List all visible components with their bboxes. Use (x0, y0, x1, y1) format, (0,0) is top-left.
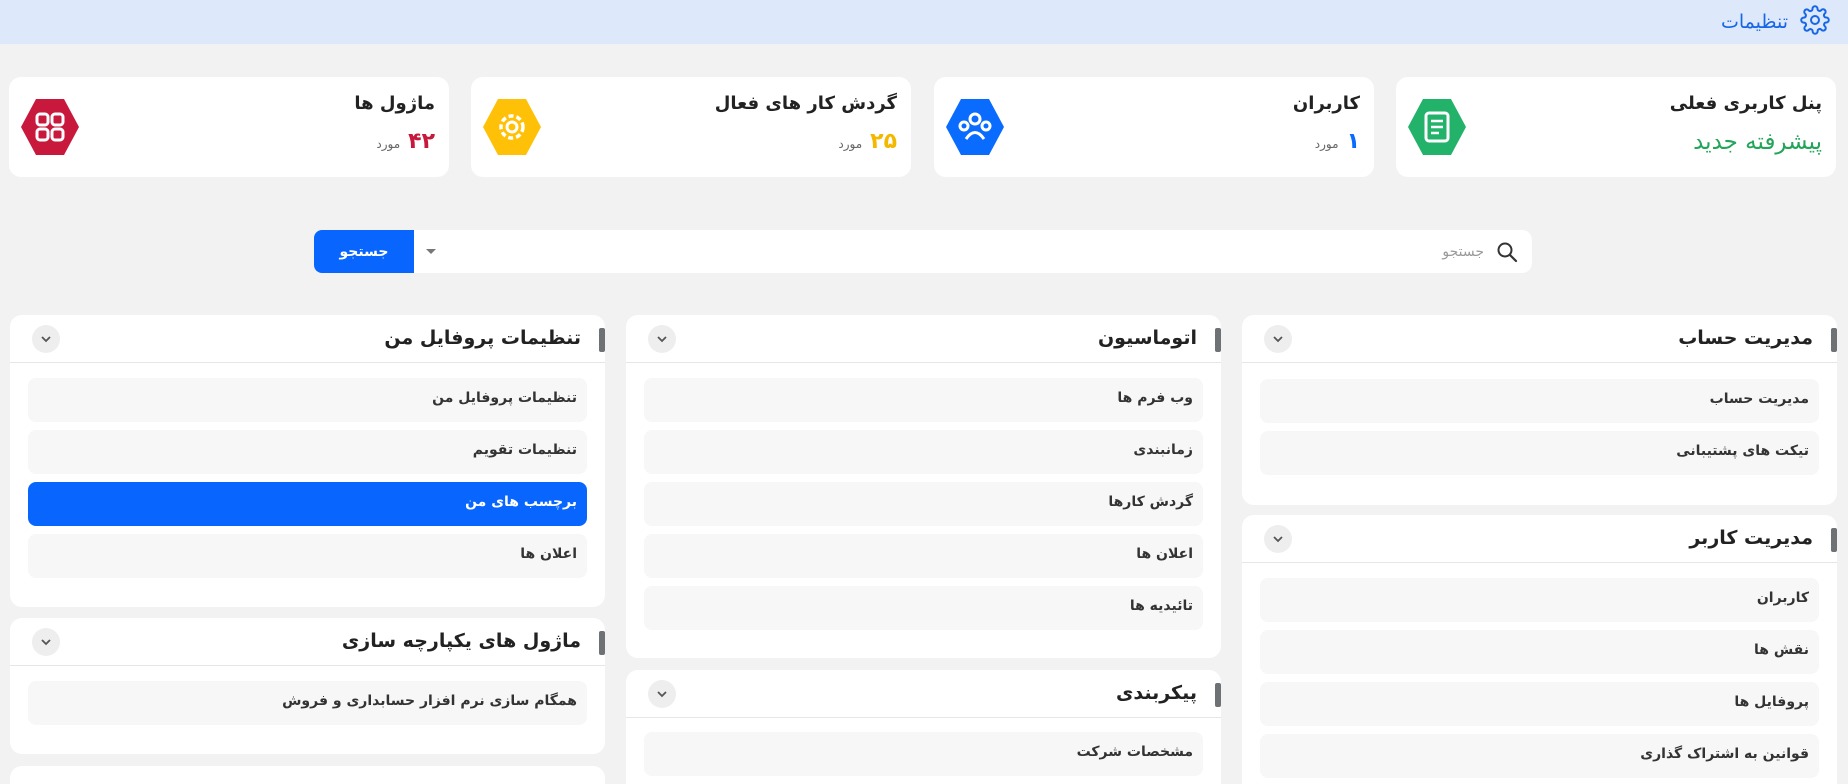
list-item-label: پروفایل ها (1734, 694, 1809, 710)
list-item-label: وب فرم ها (1117, 390, 1193, 406)
list-item[interactable]: وب فرم ها (644, 378, 1203, 422)
panel-header[interactable]: تنظیمات پروفایل من (10, 315, 605, 363)
list-item-label: برچسب های من (465, 494, 577, 510)
list-item-label: گردش کارها (1108, 494, 1193, 510)
panel-title: پیکربندی (1115, 682, 1197, 704)
search-input[interactable] (454, 238, 1484, 265)
panel-user-management: مدیریت کاربر کاربران نقش ها پروفایل ها ق… (1242, 515, 1837, 784)
list-item-label: قوانین به اشتراک گذاری (1640, 746, 1809, 762)
panel-title: تنظیمات پروفایل من (384, 327, 581, 349)
list-item[interactable]: نقش ها (1260, 630, 1819, 674)
stat-card-value: ۱ (1346, 129, 1360, 154)
stat-card-users[interactable]: کاربران ۱ مورد (934, 77, 1374, 177)
users-icon (944, 96, 1006, 158)
document-icon (1406, 96, 1468, 158)
panel-title: اتوماسیون (1097, 327, 1197, 349)
panel-partial (10, 766, 605, 784)
stat-card-value: ۴۲ (408, 129, 435, 154)
chevron-down-icon[interactable] (648, 680, 676, 708)
panel-header[interactable]: ماژول های یکپارچه سازی (10, 618, 605, 666)
chevron-down-icon[interactable] (422, 242, 440, 260)
list-item-label: اعلان ها (1136, 546, 1193, 562)
panel-accent-bar (599, 631, 605, 655)
stat-card-title: ماژول ها (354, 93, 435, 114)
list-item-label: تائیدیه ها (1129, 598, 1193, 614)
stat-card-modules[interactable]: ماژول ها ۴۲ مورد (9, 77, 449, 177)
stat-card-active-workflows[interactable]: گردش کار های فعال ۲۵ مورد (471, 77, 911, 177)
panel-integration-modules: ماژول های یکپارچه سازی همگام سازی نرم اف… (10, 618, 605, 754)
list-item-label: تنظیمات پروفایل من (432, 390, 577, 406)
chevron-down-icon[interactable] (1264, 325, 1292, 353)
panel-accent-bar (1215, 683, 1221, 707)
list-item[interactable]: کاربران (1260, 578, 1819, 622)
stat-card-value: پیشرفته جدید (1693, 129, 1822, 155)
chevron-down-icon[interactable] (32, 325, 60, 353)
list-item-label: زمانبندی (1133, 442, 1193, 458)
list-item[interactable]: اعلان ها (28, 534, 587, 578)
list-item[interactable]: اعلان ها (644, 534, 1203, 578)
list-item[interactable]: پروفایل ها (1260, 682, 1819, 726)
top-bar: تنظیمات (0, 0, 1848, 44)
list-item[interactable]: تیکت های پشتیبانی (1260, 431, 1819, 475)
list-item[interactable]: مشخصات شرکت (644, 732, 1203, 776)
list-item[interactable]: تنظیمات تقویم (28, 430, 587, 474)
list-item[interactable]: مدیریت حساب (1260, 379, 1819, 423)
list-item-label: کاربران (1756, 590, 1809, 606)
stat-card-value-group: ۴۲ مورد (376, 129, 435, 154)
page-title: تنظیمات (1720, 11, 1788, 33)
list-item-label: مشخصات شرکت (1076, 744, 1193, 760)
panel-title: مدیریت کاربر (1689, 527, 1813, 549)
panel-header[interactable]: مدیریت کاربر (1242, 515, 1837, 563)
panel-accent-bar (1831, 528, 1837, 552)
stat-card-value-group: ۱ مورد (1315, 129, 1360, 154)
panel-configuration: پیکربندی مشخصات شرکت (626, 670, 1221, 784)
stat-card-value: ۲۵ (870, 129, 897, 154)
chevron-down-icon[interactable] (1264, 525, 1292, 553)
panel-header[interactable]: اتوماسیون (626, 315, 1221, 363)
stat-card-unit: مورد (376, 137, 401, 151)
gear-icon[interactable] (1800, 5, 1830, 39)
panel-title: ماژول های یکپارچه سازی (341, 630, 581, 652)
search-bar: جستجو (314, 230, 1532, 273)
stat-card-unit: مورد (1314, 137, 1339, 151)
panel-automation: اتوماسیون وب فرم ها زمانبندی گردش کارها … (626, 315, 1221, 658)
panel-header[interactable]: پیکربندی (626, 670, 1221, 718)
gear-icon (481, 96, 543, 158)
stat-card-current-panel[interactable]: پنل کاربری فعلی پیشرفته جدید (1396, 77, 1836, 177)
list-item[interactable]: گردش کارها (644, 482, 1203, 526)
list-item-label: تنظیمات تقویم (472, 442, 577, 458)
stat-card-title: پنل کاربری فعلی (1669, 93, 1822, 114)
list-item[interactable]: تنظیمات پروفایل من (28, 378, 587, 422)
list-item-label: تیکت های پشتیبانی (1676, 443, 1809, 459)
search-icon[interactable] (1496, 241, 1518, 263)
panel-accent-bar (599, 328, 605, 352)
list-item[interactable]: همگام سازی نرم افزار حسابداری و فروش (28, 681, 587, 725)
stat-card-value-group: ۲۵ مورد (838, 129, 897, 154)
list-item-label: اعلان ها (520, 546, 577, 562)
chevron-down-icon[interactable] (648, 325, 676, 353)
list-item[interactable]: قوانین به اشتراک گذاری (1260, 734, 1819, 778)
panel-accent-bar (1215, 328, 1221, 352)
panel-profile-settings: تنظیمات پروفایل من تنظیمات پروفایل من تن… (10, 315, 605, 607)
search-button[interactable]: جستجو (314, 230, 414, 273)
stat-card-title: گردش کار های فعال (714, 93, 897, 114)
panel-header[interactable]: مدیریت حساب (1242, 315, 1837, 363)
list-item-label: مدیریت حساب (1709, 391, 1809, 407)
panel-accent-bar (1831, 328, 1837, 352)
chevron-down-icon[interactable] (32, 628, 60, 656)
list-item-label: نقش ها (1754, 642, 1809, 658)
list-item-active[interactable]: برچسب های من (28, 482, 587, 526)
stat-card-title: کاربران (1292, 93, 1360, 114)
panel-title: مدیریت حساب (1678, 327, 1813, 349)
list-item[interactable]: زمانبندی (644, 430, 1203, 474)
stat-card-unit: مورد (838, 137, 863, 151)
list-item[interactable]: تائیدیه ها (644, 586, 1203, 630)
panel-account-management: مدیریت حساب مدیریت حساب تیکت های پشتیبان… (1242, 315, 1837, 505)
page-header: تنظیمات (1720, 5, 1830, 39)
grid-icon (19, 96, 81, 158)
list-item-label: همگام سازی نرم افزار حسابداری و فروش (282, 693, 577, 709)
